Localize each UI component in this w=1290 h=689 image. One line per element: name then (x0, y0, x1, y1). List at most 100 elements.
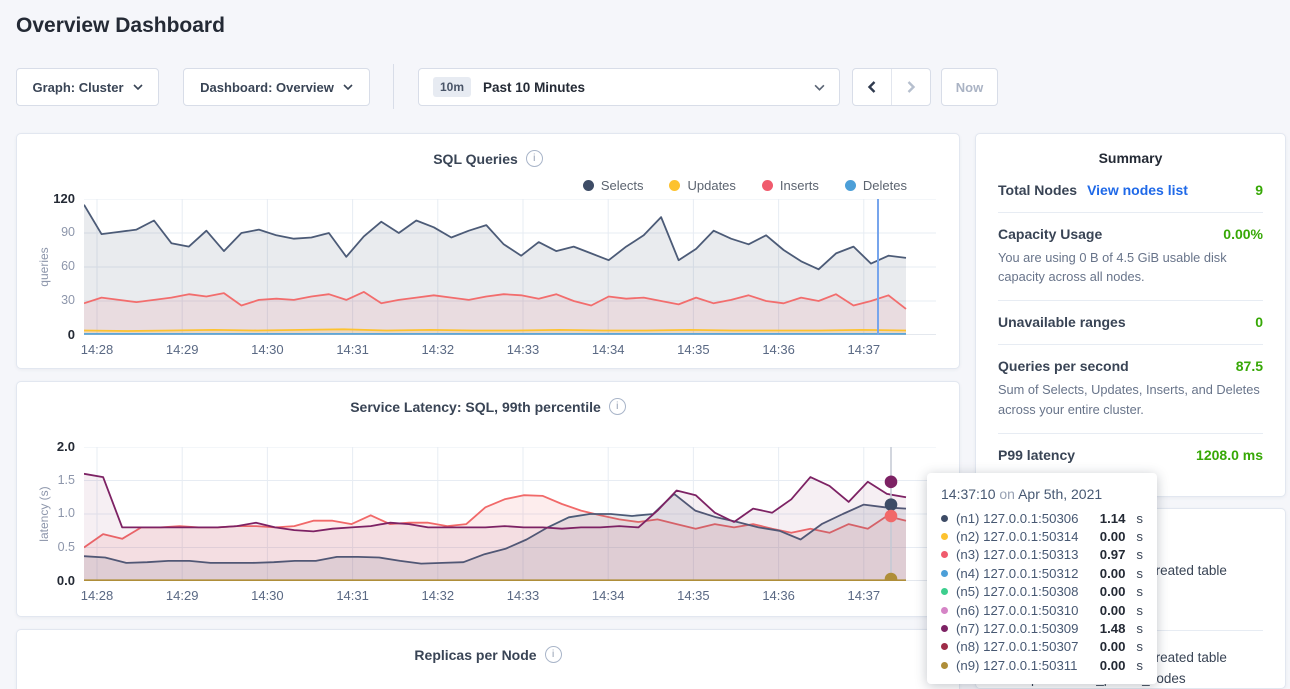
tooltip-row: (n2) 127.0.0.1:503140.00s (941, 527, 1143, 545)
info-icon[interactable]: i (609, 398, 626, 415)
sql-queries-legend: SelectsUpdatesInsertsDeletes (583, 178, 907, 193)
chart-hover-tooltip: 14:37:10 on Apr 5th, 2021 (n1) 127.0.0.1… (927, 473, 1157, 684)
summary-row: Queries per second87.5Sum of Selects, Up… (998, 345, 1263, 433)
tooltip-row: (n4) 127.0.0.1:50312 0.00 s (941, 564, 1143, 582)
x-tick-label: 14:31 (318, 588, 388, 603)
tooltip-row: (n7) 127.0.0.1:503091.48s (941, 619, 1143, 637)
legend-label: Updates (687, 178, 735, 193)
graph-dropdown-label: Graph: Cluster (32, 80, 123, 95)
tooltip-node-unit: s (1136, 639, 1143, 654)
tooltip-node-dot (941, 607, 948, 614)
tooltip-node-unit: s (1136, 547, 1143, 562)
tooltip-node-value: 0.00 (1100, 566, 1126, 581)
summary-title: Summary (976, 134, 1285, 169)
now-button: Now (941, 68, 998, 106)
info-icon[interactable]: i (526, 150, 543, 167)
dashboard-dropdown[interactable]: Dashboard: Overview (183, 68, 370, 106)
tooltip-rows: (n1) 127.0.0.1:503061.14s(n2) 127.0.0.1:… (941, 509, 1143, 675)
summary-value: 0 (1255, 314, 1263, 330)
tooltip-node-dot (941, 662, 948, 669)
x-tick-label: 14:36 (744, 342, 814, 357)
controls-divider (393, 64, 394, 109)
legend-dot (583, 180, 594, 191)
summary-label: Unavailable ranges (998, 314, 1126, 330)
chevron-down-icon (814, 84, 825, 91)
summary-value: 87.5 (1236, 358, 1263, 374)
y-tick-label: 0.0 (17, 573, 75, 588)
chevron-down-icon (133, 84, 143, 90)
tooltip-timestamp: 14:37:10 on Apr 5th, 2021 (941, 486, 1143, 502)
y-tick-label: 1.0 (17, 506, 75, 520)
tooltip-row: (n3) 127.0.0.1:503130.97s (941, 546, 1143, 564)
tooltip-node-dot (941, 588, 948, 595)
x-tick-label: 14:32 (403, 588, 473, 603)
chevron-right-icon (906, 80, 916, 94)
summary-label: Capacity Usage (998, 226, 1102, 242)
dashboard-dropdown-label: Dashboard: Overview (200, 80, 334, 95)
tooltip-node-value: 0.00 (1100, 584, 1126, 599)
summary-panel: Summary Total NodesView nodes list9Capac… (975, 133, 1286, 497)
overview-dashboard-page: Overview Dashboard Graph: Cluster Dashbo… (0, 0, 1290, 689)
y-tick-label: 30 (17, 293, 75, 307)
summary-row-head: Queries per second 87.5 (998, 358, 1263, 374)
summary-row-head: Total NodesView nodes list9 (998, 182, 1263, 198)
time-range-badge: 10m (433, 77, 471, 97)
tooltip-node-unit: s (1136, 566, 1143, 581)
summary-row-head: Unavailable ranges 0 (998, 314, 1263, 330)
x-tick-label: 14:30 (232, 588, 302, 603)
summary-desc: You are using 0 B of 4.5 GiB usable disk… (998, 248, 1263, 286)
x-tick-label: 14:28 (62, 588, 132, 603)
x-tick-label: 14:29 (147, 588, 217, 603)
tooltip-node-label: (n7) 127.0.0.1:50309 (956, 621, 1092, 636)
tooltip-node-unit: s (1136, 658, 1143, 673)
time-range-dropdown[interactable]: 10m Past 10 Minutes (418, 68, 840, 106)
legend-item-deletes: Deletes (845, 178, 907, 193)
prev-time-button[interactable] (853, 69, 891, 105)
tooltip-node-unit: s (1136, 511, 1143, 526)
tooltip-node-label: (n6) 127.0.0.1:50310 (956, 603, 1092, 618)
summary-label: Queries per second (998, 358, 1129, 374)
sql-plot-area[interactable] (84, 199, 936, 335)
y-tick-label: 2.0 (17, 439, 75, 454)
x-tick-label: 14:33 (488, 342, 558, 357)
tooltip-node-label: (n4) 127.0.0.1:50312 (956, 566, 1092, 581)
summary-row-head: Capacity Usage 0.00% (998, 226, 1263, 242)
tooltip-node-value: 0.00 (1100, 529, 1126, 544)
tooltip-node-value: 0.00 (1100, 658, 1126, 673)
summary-label: Total Nodes (998, 182, 1077, 198)
sql-queries-card: SQL Queries i SelectsUpdatesInsertsDelet… (16, 133, 960, 369)
x-tick-label: 14:29 (147, 342, 217, 357)
summary-value: 0.00% (1223, 226, 1263, 242)
tooltip-node-label: (n1) 127.0.0.1:50306 (956, 511, 1092, 526)
tooltip-node-unit: s (1136, 621, 1143, 636)
chevron-left-icon (867, 80, 877, 94)
summary-row: Unavailable ranges 0 (998, 301, 1263, 345)
summary-row: Total NodesView nodes list9 (998, 169, 1263, 213)
tooltip-node-unit: s (1136, 584, 1143, 599)
legend-label: Deletes (863, 178, 907, 193)
tooltip-node-label: (n9) 127.0.0.1:50311 (956, 658, 1092, 673)
y-tick-label: 90 (17, 225, 75, 239)
tooltip-node-dot (941, 625, 948, 632)
view-nodes-list-link[interactable]: View nodes list (1087, 182, 1188, 198)
tooltip-row: (n8) 127.0.0.1:503070.00s (941, 638, 1143, 656)
tooltip-node-label: (n8) 127.0.0.1:50307 (956, 639, 1092, 654)
y-tick-label: 0 (17, 327, 75, 342)
tooltip-node-unit: s (1136, 603, 1143, 618)
latency-plot-area[interactable] (84, 447, 936, 581)
graph-dropdown[interactable]: Graph: Cluster (16, 68, 159, 106)
x-tick-label: 14:37 (829, 588, 899, 603)
y-tick-label: 0.5 (17, 540, 75, 554)
x-tick-label: 14:28 (62, 342, 132, 357)
tooltip-node-label: (n2) 127.0.0.1:50314 (956, 529, 1092, 544)
tooltip-node-dot (941, 515, 948, 522)
info-icon[interactable]: i (545, 646, 562, 663)
x-tick-label: 14:34 (573, 588, 643, 603)
y-tick-label: 1.5 (17, 473, 75, 487)
legend-item-inserts: Inserts (762, 178, 819, 193)
page-title: Overview Dashboard (16, 14, 225, 38)
x-tick-label: 14:31 (318, 342, 388, 357)
x-tick-label: 14:35 (658, 342, 728, 357)
legend-item-updates: Updates (669, 178, 735, 193)
legend-dot (669, 180, 680, 191)
